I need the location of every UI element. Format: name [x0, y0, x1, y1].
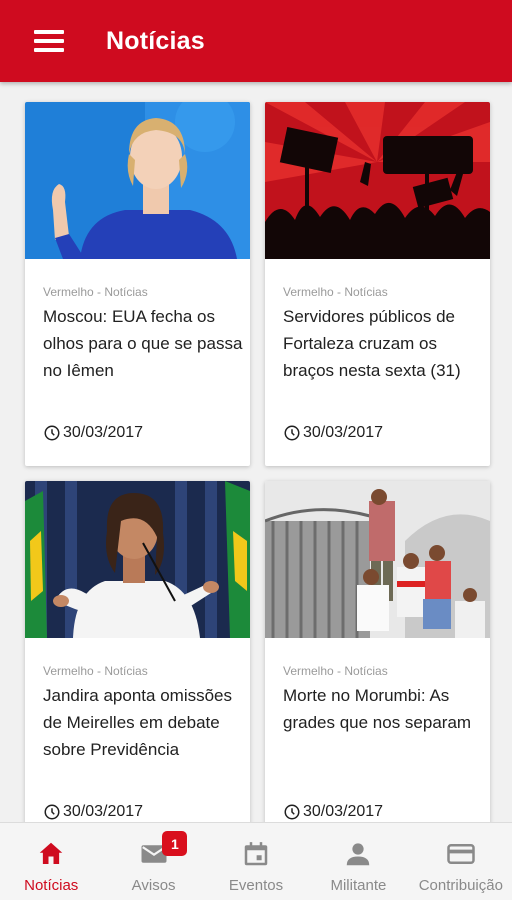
nav-label: Notícias [24, 877, 79, 894]
nav-item-contribuicao[interactable]: Contribuição [410, 823, 512, 900]
news-date: 30/03/2017 [283, 803, 383, 821]
clock-icon [44, 804, 60, 820]
app-bar: Notícias [0, 0, 512, 82]
clock-icon [44, 425, 60, 441]
nav-label: Eventos [228, 877, 284, 894]
news-date: 30/03/2017 [283, 424, 383, 442]
bottom-navigation: Notícias 1 Avisos Eventos Militante Cont… [0, 822, 512, 900]
clock-icon [284, 425, 300, 441]
nav-item-avisos[interactable]: 1 Avisos [102, 823, 204, 900]
news-image-woman-blue [25, 102, 250, 259]
nav-item-noticias[interactable]: Notícias [0, 823, 102, 900]
news-card[interactable]: Vermelho - Notícias Morte no Morumbi: As… [265, 481, 490, 822]
news-card[interactable]: Vermelho - Notícias Jandira aponta omiss… [25, 481, 250, 822]
nav-label: Contribuição [418, 877, 503, 894]
nav-label: Militante [330, 877, 387, 894]
news-source: Vermelho - Notícias [283, 664, 388, 678]
news-feed[interactable]: Vermelho - Notícias Moscou: EUA fecha os… [0, 82, 512, 822]
home-icon [39, 842, 63, 864]
news-grid: Vermelho - Notícias Moscou: EUA fecha os… [25, 102, 491, 822]
credit-card-icon [447, 844, 475, 864]
menu-button[interactable] [0, 0, 100, 82]
news-title: Servidores públicos de Fortaleza cruzam … [283, 307, 461, 380]
news-date-text: 30/03/2017 [303, 424, 384, 441]
person-icon [347, 843, 370, 866]
news-card[interactable]: Vermelho - Notícias Moscou: EUA fecha os… [25, 102, 250, 466]
news-image-woman-speaking [25, 481, 250, 638]
news-date-text: 30/03/2017 [303, 803, 384, 820]
news-date: 30/03/2017 [43, 803, 143, 821]
nav-item-eventos[interactable]: Eventos [205, 823, 307, 900]
news-title: Moscou: EUA fecha os olhos para o que se… [43, 307, 243, 380]
news-date-text: 30/03/2017 [63, 424, 144, 441]
news-title: Morte no Morumbi: As grades que nos sepa… [283, 686, 472, 732]
hamburger-icon [34, 30, 64, 52]
news-source: Vermelho - Notícias [43, 285, 148, 299]
nav-label: Avisos [131, 877, 176, 894]
news-date: 30/03/2017 [43, 424, 143, 442]
news-image-protest [265, 102, 490, 259]
news-source: Vermelho - Notícias [43, 664, 148, 678]
news-title: Jandira aponta omissões de Meirelles em … [43, 686, 233, 759]
news-date-text: 30/03/2017 [63, 803, 144, 820]
notification-badge: 1 [162, 831, 188, 856]
nav-item-militante[interactable]: Militante [307, 823, 409, 900]
calendar-icon [244, 842, 268, 866]
news-source: Vermelho - Notícias [283, 285, 388, 299]
news-card[interactable]: Vermelho - Notícias Servidores públicos … [265, 102, 490, 466]
clock-icon [284, 804, 300, 820]
page-title: Notícias [106, 26, 205, 55]
news-image-stadium-fence [265, 481, 490, 638]
